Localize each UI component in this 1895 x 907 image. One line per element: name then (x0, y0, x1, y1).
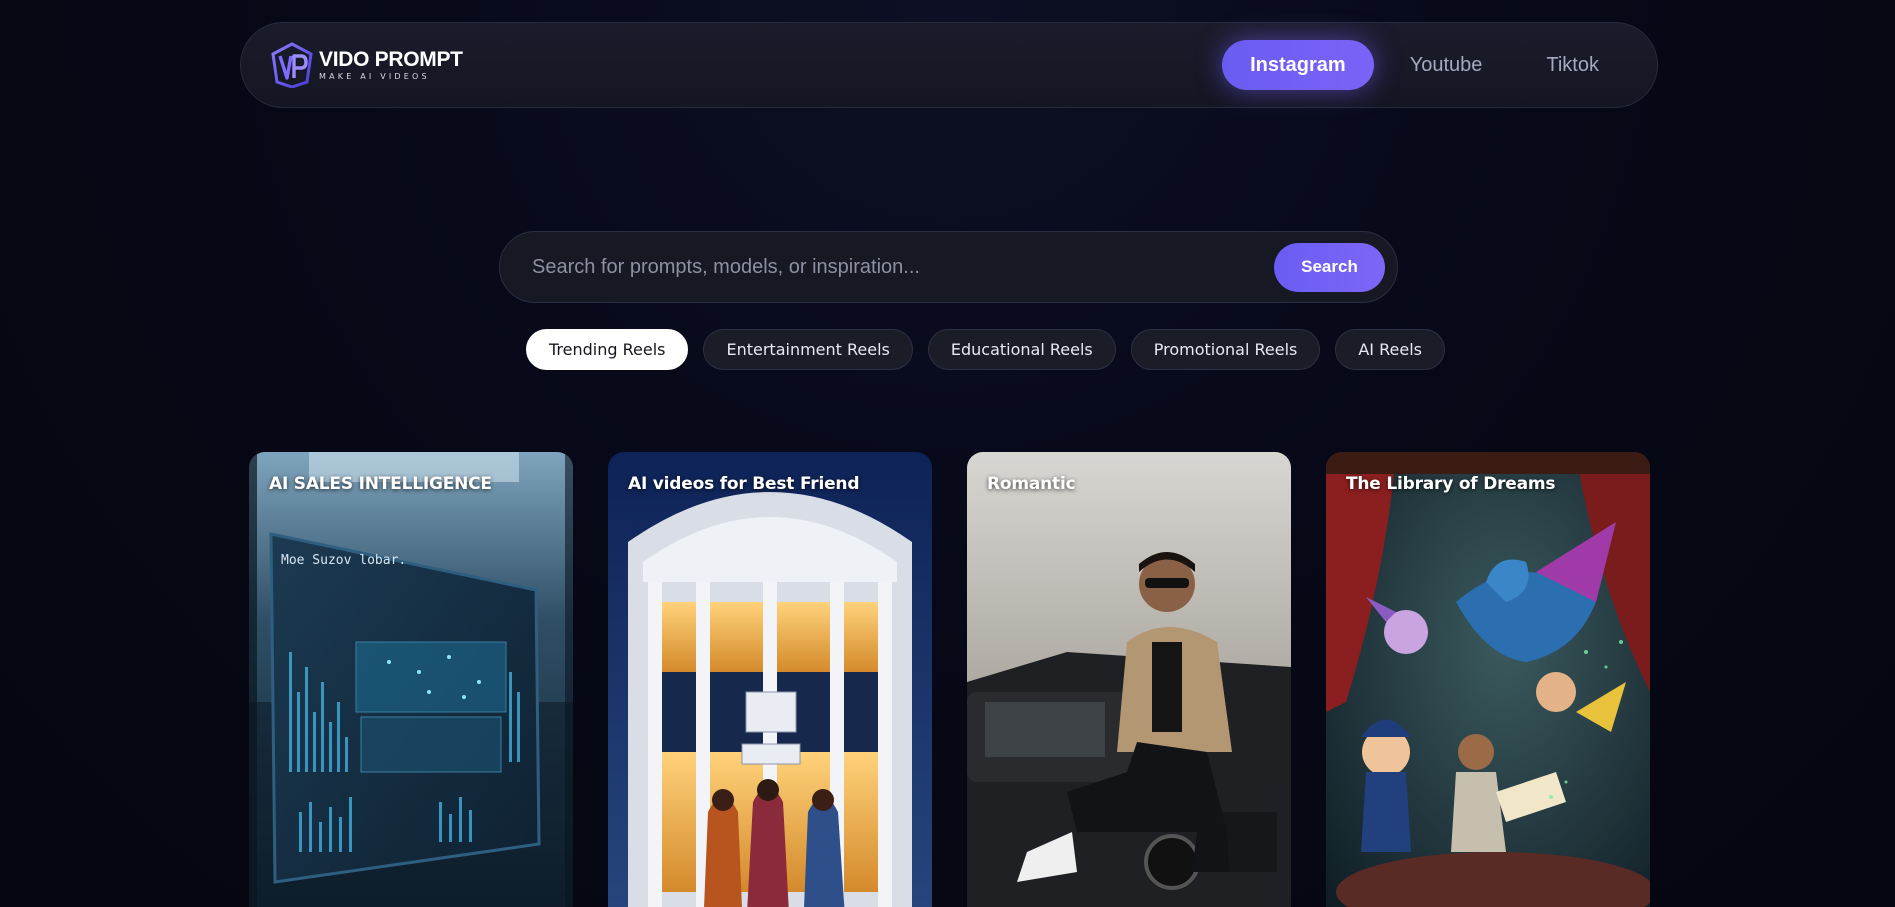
reel-card[interactable]: Moe Suzov lobar. AI SALES INTELLIGENCE (249, 452, 573, 907)
card-title: The Library of Dreams (1346, 474, 1556, 494)
brand-name: VIDO PROMPT (319, 48, 463, 71)
brand[interactable]: VIDO PROMPT MAKE AI VIDEOS (269, 42, 463, 88)
search-bar: Search (499, 231, 1398, 303)
tab-instagram[interactable]: Instagram (1222, 40, 1374, 90)
reel-card[interactable]: Romantic (967, 452, 1291, 907)
filter-promotional-reels[interactable]: Promotional Reels (1130, 329, 1321, 370)
filter-educational-reels[interactable]: Educational Reels (927, 329, 1116, 370)
search-button[interactable]: Search (1274, 242, 1385, 292)
reel-card[interactable]: The Library of Dreams (1326, 452, 1650, 907)
fantasy-dragon-image (1326, 452, 1650, 907)
platform-tabs: Instagram Youtube Tiktok (1222, 40, 1627, 90)
vp-shield-logo-icon (271, 42, 313, 88)
tab-tiktok[interactable]: Tiktok (1518, 40, 1627, 90)
reel-card-grid: Moe Suzov lobar. AI SALES INTELLIGENCE A… (249, 452, 1650, 907)
reel-category-filters: Trending Reels Entertainment Reels Educa… (526, 329, 1445, 370)
filter-ai-reels[interactable]: AI Reels (1335, 329, 1445, 370)
illuminated-building-image (608, 452, 932, 907)
card-title: AI videos for Best Friend (628, 474, 860, 494)
top-navbar: VIDO PROMPT MAKE AI VIDEOS Instagram You… (240, 22, 1658, 108)
search-input[interactable] (530, 246, 1274, 288)
brand-tagline: MAKE AI VIDEOS (319, 72, 430, 81)
tab-youtube[interactable]: Youtube (1382, 40, 1511, 90)
holographic-dashboard-image: Moe Suzov lobar. (249, 452, 573, 907)
man-on-car-image (967, 452, 1291, 907)
svg-text:Moe Suzov lobar.: Moe Suzov lobar. (281, 553, 406, 568)
card-title: Romantic (987, 474, 1076, 494)
page: VIDO PROMPT MAKE AI VIDEOS Instagram You… (0, 0, 1895, 907)
filter-trending-reels[interactable]: Trending Reels (526, 329, 689, 370)
card-title: AI SALES INTELLIGENCE (269, 474, 492, 494)
filter-entertainment-reels[interactable]: Entertainment Reels (703, 329, 913, 370)
reel-card[interactable]: AI videos for Best Friend (608, 452, 932, 907)
